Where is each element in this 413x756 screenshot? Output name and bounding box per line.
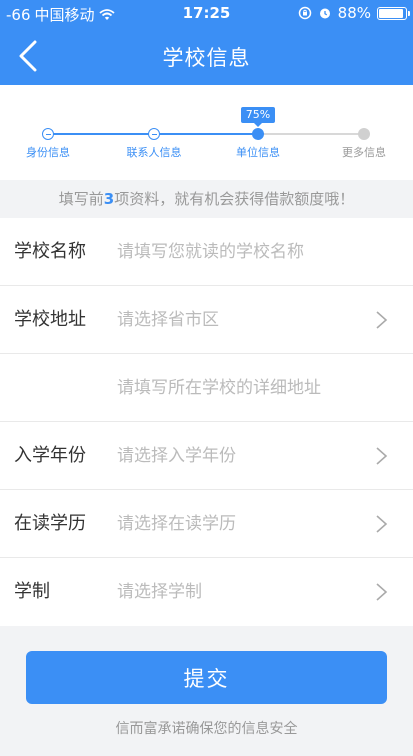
- school-form: 学校名称 学校地址 请选择省市区 入学年份 请选择入学年份 在读学历 请选择在读…: [0, 218, 413, 626]
- step-label-more: 更多信息: [342, 146, 386, 159]
- school-system-label: 学制: [14, 581, 50, 602]
- progress-track-remaining: [258, 133, 364, 135]
- school-address-label: 学校地址: [14, 309, 86, 330]
- step-dot-identity: [42, 128, 54, 140]
- enroll-year-select[interactable]: 请选择入学年份: [117, 422, 236, 490]
- status-bar: -66 中国移动 17:25 88%: [0, 0, 413, 26]
- header: -66 中国移动 17:25 88% 学校信息: [0, 0, 413, 85]
- step-label-contacts: 联系人信息: [126, 146, 182, 159]
- school-address-select[interactable]: 请选择省市区: [117, 286, 219, 354]
- school-name-label: 学校名称: [14, 241, 86, 262]
- enroll-year-label: 入学年份: [14, 445, 86, 466]
- school-system-select[interactable]: 请选择学制: [117, 558, 202, 626]
- page-title: 学校信息: [162, 46, 251, 70]
- school-address-row[interactable]: 学校地址 请选择省市区: [0, 286, 413, 354]
- chevron-right-icon: [376, 447, 388, 465]
- school-name-input[interactable]: [117, 218, 367, 286]
- enroll-year-row[interactable]: 入学年份 请选择入学年份: [0, 422, 413, 490]
- progress-steps: 75% 身份信息 联系人信息 单位信息 更多信息: [0, 85, 413, 180]
- detail-address-input[interactable]: [117, 354, 367, 422]
- school-name-row: 学校名称: [0, 218, 413, 286]
- progress-percent-badge: 75%: [241, 107, 275, 127]
- tip-count: 3: [103, 190, 115, 208]
- alarm-icon: [319, 8, 330, 19]
- info-tip: 填写前3项资料，就有机会获得借款额度哦！: [0, 180, 413, 218]
- step-dot-more: [358, 128, 370, 140]
- detail-address-row: [0, 354, 413, 422]
- education-select[interactable]: 请选择在读学历: [117, 490, 236, 558]
- step-dot-contacts: [148, 128, 160, 140]
- battery-percent: 88%: [337, 4, 371, 22]
- submit-button[interactable]: 提交: [26, 651, 387, 704]
- chevron-right-icon: [376, 515, 388, 533]
- step-label-employer: 单位信息: [236, 146, 280, 159]
- chevron-right-icon: [376, 583, 388, 601]
- education-label: 在读学历: [14, 513, 86, 534]
- battery-icon: [377, 6, 410, 20]
- education-row[interactable]: 在读学历 请选择在读学历: [0, 490, 413, 558]
- step-dot-employer: [252, 128, 264, 140]
- chevron-right-icon: [376, 311, 388, 329]
- rotation-lock-icon: [298, 6, 311, 20]
- security-note: 信而富承诺确保您的信息安全: [115, 721, 298, 737]
- step-label-identity: 身份信息: [26, 146, 70, 159]
- school-system-row[interactable]: 学制 请选择学制: [0, 558, 413, 626]
